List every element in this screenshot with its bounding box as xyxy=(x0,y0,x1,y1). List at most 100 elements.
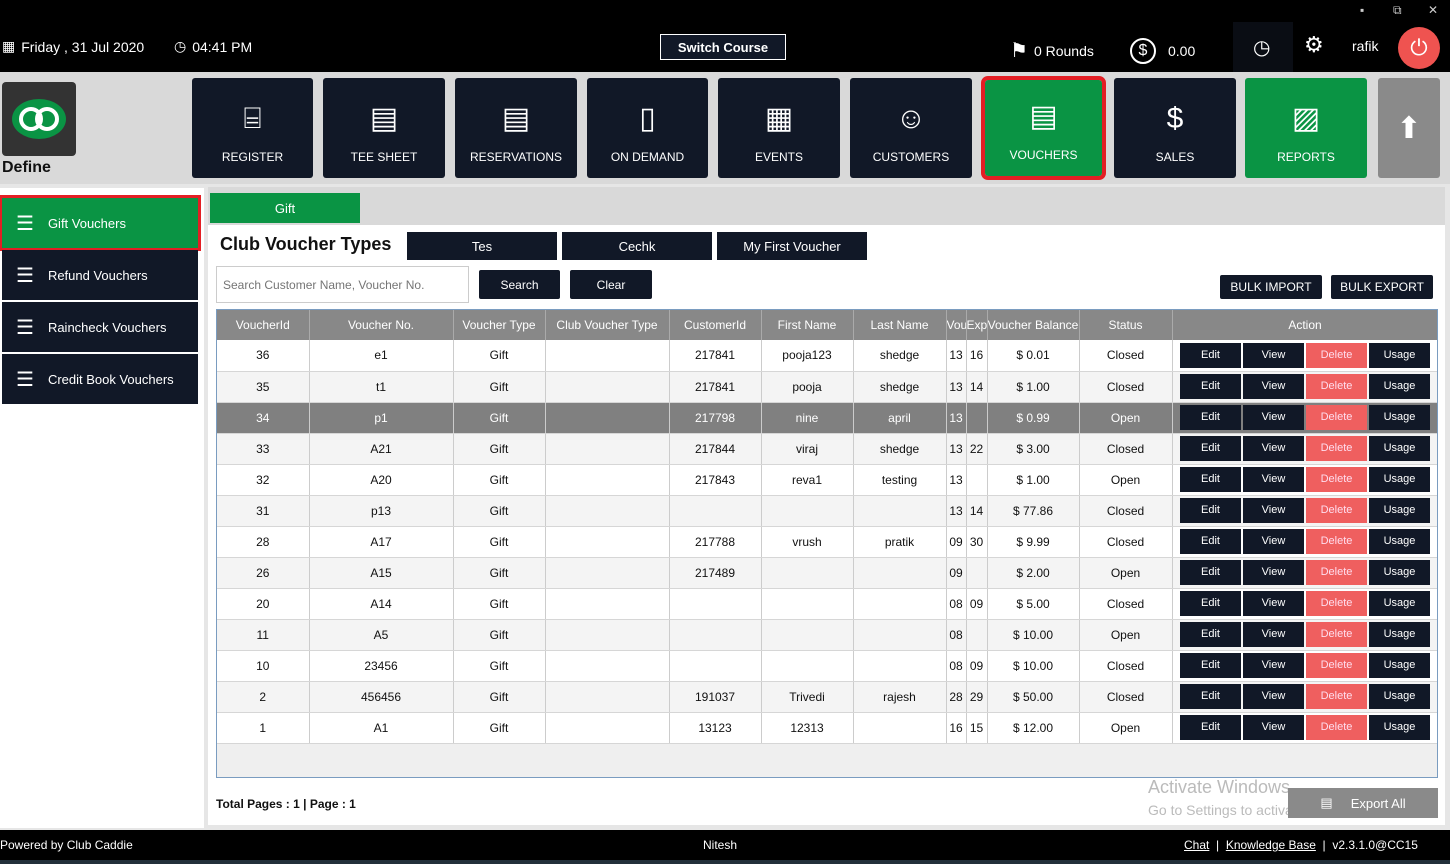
usage-button[interactable]: Usage xyxy=(1369,342,1430,368)
minimize-icon[interactable]: ▪ xyxy=(1360,3,1364,17)
table-row[interactable]: 26 A15 Gift 217489 09 $ 2.00 Open Edit View Delet… xyxy=(217,557,1437,589)
delete-button[interactable]: Delete xyxy=(1306,653,1367,678)
edit-button[interactable]: Edit xyxy=(1180,653,1241,678)
nav-customers[interactable]: ☺ CUSTOMERS xyxy=(850,78,972,178)
nav-reports[interactable]: ▨ REPORTS xyxy=(1245,78,1367,178)
column-header[interactable]: Voucher Balance xyxy=(987,310,1080,340)
edit-button[interactable]: Edit xyxy=(1180,684,1241,709)
column-header[interactable]: Voucher No. xyxy=(309,310,454,340)
edit-button[interactable]: Edit xyxy=(1180,715,1241,740)
usage-button[interactable]: Usage xyxy=(1369,405,1430,430)
edit-button[interactable]: Edit xyxy=(1180,591,1241,616)
table-row[interactable]: 20 A14 Gift 08 09 $ 5.00 Closed Edit View Delete U… xyxy=(217,588,1437,620)
view-button[interactable]: View xyxy=(1243,467,1304,492)
usage-button[interactable]: Usage xyxy=(1369,622,1430,647)
delete-button[interactable]: Delete xyxy=(1306,436,1367,461)
column-header[interactable]: Vou xyxy=(946,310,967,340)
nav-on-demand[interactable]: ▯ ON DEMAND xyxy=(587,78,708,178)
username[interactable]: rafik xyxy=(1352,38,1378,54)
edit-button[interactable]: Edit xyxy=(1180,467,1241,492)
table-row[interactable]: 2 456456 Gift 191037 Trivedi rajesh 28 29 $ 50.0… xyxy=(217,681,1437,713)
delete-button[interactable]: Delete xyxy=(1306,342,1367,368)
delete-button[interactable]: Delete xyxy=(1306,529,1367,554)
view-button[interactable]: View xyxy=(1243,653,1304,678)
table-row[interactable]: 28 A17 Gift 217788 vrush pratik 09 30 $ 9.99 Clos… xyxy=(217,526,1437,558)
usage-button[interactable]: Usage xyxy=(1369,684,1430,709)
nav-tee-sheet[interactable]: ▤ TEE SHEET xyxy=(323,78,445,178)
edit-button[interactable]: Edit xyxy=(1180,405,1241,430)
view-button[interactable]: View xyxy=(1243,715,1304,740)
close-icon[interactable]: ✕ xyxy=(1428,3,1438,17)
tab-gift[interactable]: Gift xyxy=(210,193,360,223)
table-row[interactable]: 32 A20 Gift 217843 reva1 testing 13 $ 1.00 Open E… xyxy=(217,464,1437,496)
clear-button[interactable]: Clear xyxy=(570,270,652,299)
bulk-export-button[interactable]: BULK EXPORT xyxy=(1331,275,1433,299)
delete-button[interactable]: Delete xyxy=(1306,498,1367,523)
table-row[interactable]: 31 p13 Gift 13 14 $ 77.86 Closed Edit View Delete… xyxy=(217,495,1437,527)
delete-button[interactable]: Delete xyxy=(1306,467,1367,492)
voucher-type-cechk[interactable]: Cechk xyxy=(562,232,712,260)
usage-button[interactable]: Usage xyxy=(1369,467,1430,492)
view-button[interactable]: View xyxy=(1243,684,1304,709)
sidebar-item-refund-vouchers[interactable]: ☰ Refund Vouchers xyxy=(2,250,198,300)
view-button[interactable]: View xyxy=(1243,498,1304,523)
club-caddie-logo[interactable] xyxy=(2,82,76,156)
scroll-up-button[interactable]: ⬆ xyxy=(1378,78,1440,178)
switch-course-button[interactable]: Switch Course xyxy=(660,34,786,60)
bulk-import-button[interactable]: BULK IMPORT xyxy=(1220,275,1322,299)
nav-register[interactable]: ⌸ REGISTER xyxy=(192,78,313,178)
usage-button[interactable]: Usage xyxy=(1369,436,1430,461)
delete-button[interactable]: Delete xyxy=(1306,374,1367,399)
table-row[interactable]: 34 p1 Gift 217798 nine april 13 $ 0.99 Open Edit V… xyxy=(217,402,1437,434)
column-header[interactable]: Last Name xyxy=(853,310,947,340)
delete-button[interactable]: Delete xyxy=(1306,715,1367,740)
nav-sales[interactable]: $ SALES xyxy=(1114,78,1236,178)
chat-link[interactable]: Chat xyxy=(1184,838,1209,852)
usage-button[interactable]: Usage xyxy=(1369,715,1430,740)
knowledge-base-link[interactable]: Knowledge Base xyxy=(1226,838,1316,852)
view-button[interactable]: View xyxy=(1243,622,1304,647)
table-row[interactable]: 36 e1 Gift 217841 pooja123 shedge 13 16 $ 0.01 Cl… xyxy=(217,340,1437,372)
restore-icon[interactable]: ⧉ xyxy=(1393,3,1402,18)
usage-button[interactable]: Usage xyxy=(1369,653,1430,678)
search-button[interactable]: Search xyxy=(479,270,560,299)
edit-button[interactable]: Edit xyxy=(1180,436,1241,461)
delete-button[interactable]: Delete xyxy=(1306,622,1367,647)
view-button[interactable]: View xyxy=(1243,405,1304,430)
edit-button[interactable]: Edit xyxy=(1180,529,1241,554)
delete-button[interactable]: Delete xyxy=(1306,405,1367,430)
column-header[interactable]: VoucherId xyxy=(217,310,310,340)
view-button[interactable]: View xyxy=(1243,591,1304,616)
table-row[interactable]: 10 23456 Gift 08 09 $ 10.00 Closed Edit View Dele… xyxy=(217,650,1437,682)
column-header[interactable]: Action xyxy=(1172,310,1437,340)
sidebar-item-credit-book-vouchers[interactable]: ☰ Credit Book Vouchers xyxy=(2,354,198,404)
sidebar-item-gift-vouchers[interactable]: ☰ Gift Vouchers xyxy=(0,195,201,251)
edit-button[interactable]: Edit xyxy=(1180,342,1241,368)
table-row[interactable]: 33 A21 Gift 217844 viraj shedge 13 22 $ 3.00 Clos… xyxy=(217,433,1437,465)
view-button[interactable]: View xyxy=(1243,436,1304,461)
edit-button[interactable]: Edit xyxy=(1180,374,1241,399)
delete-button[interactable]: Delete xyxy=(1306,560,1367,585)
usage-button[interactable]: Usage xyxy=(1369,498,1430,523)
table-row[interactable]: 11 A5 Gift 08 $ 10.00 Open Edit View Delete Usage xyxy=(217,619,1437,651)
clock-button[interactable]: ◷ xyxy=(1233,22,1293,72)
nav-vouchers[interactable]: ▤ VOUCHERS xyxy=(981,76,1106,180)
edit-button[interactable]: Edit xyxy=(1180,622,1241,647)
column-header[interactable]: Exp xyxy=(966,310,988,340)
table-row[interactable]: 1 A1 Gift 13123 12313 16 15 $ 12.00 Open Edit View… xyxy=(217,712,1437,744)
search-input[interactable] xyxy=(216,266,469,303)
table-row[interactable]: 35 t1 Gift 217841 pooja shedge 13 14 $ 1.00 Close… xyxy=(217,371,1437,403)
column-header[interactable]: First Name xyxy=(761,310,854,340)
view-button[interactable]: View xyxy=(1243,374,1304,399)
column-header[interactable]: Club Voucher Type xyxy=(545,310,670,340)
power-button[interactable]: ⏻ xyxy=(1398,27,1440,69)
column-header[interactable]: Voucher Type xyxy=(453,310,546,340)
voucher-type-tes[interactable]: Tes xyxy=(407,232,557,260)
view-button[interactable]: View xyxy=(1243,529,1304,554)
column-header[interactable]: CustomerId xyxy=(669,310,762,340)
export-all-button[interactable]: ▤ Export All xyxy=(1288,788,1438,818)
nav-reservations[interactable]: ▤ RESERVATIONS xyxy=(455,78,577,178)
edit-button[interactable]: Edit xyxy=(1180,498,1241,523)
sidebar-item-raincheck-vouchers[interactable]: ☰ Raincheck Vouchers xyxy=(2,302,198,352)
view-button[interactable]: View xyxy=(1243,342,1304,368)
